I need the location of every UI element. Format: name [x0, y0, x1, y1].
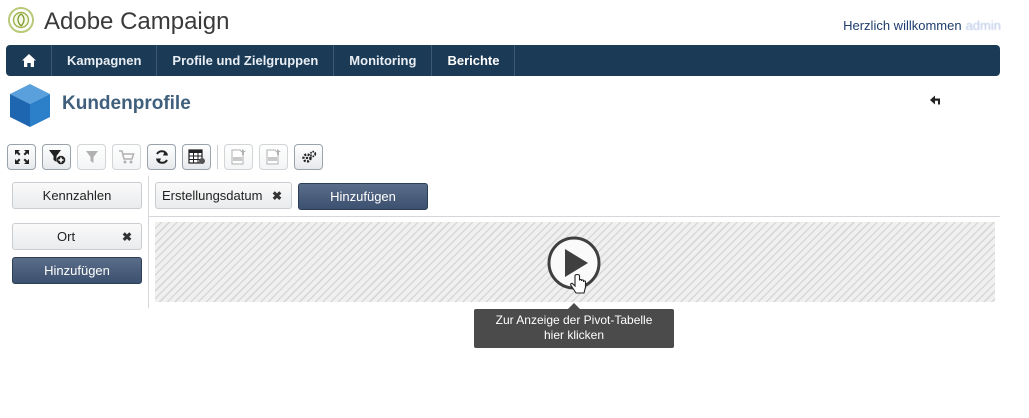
export-pdf-icon [231, 149, 246, 165]
app-header: Adobe Campaign Herzlich willkommen admin [0, 0, 1029, 44]
report-toolbar [7, 143, 329, 171]
settings-button[interactable] [294, 144, 323, 170]
table-settings-button[interactable] [182, 144, 211, 170]
filter-button[interactable] [77, 144, 106, 170]
app-title: Adobe Campaign [44, 8, 230, 35]
table-settings-icon [187, 149, 205, 164]
toolbar-separator [217, 145, 218, 169]
leaf-logo-icon [12, 11, 30, 29]
close-icon[interactable]: ✖ [122, 230, 132, 244]
row-chip-ort[interactable]: Ort ✖ [12, 223, 142, 250]
add-row-button[interactable]: Hinzufügen [12, 257, 142, 284]
export-xls-icon [266, 149, 281, 165]
measures-button-label: Kennzahlen [42, 188, 112, 203]
filter-icon [85, 151, 98, 163]
settings-icon [301, 150, 316, 163]
nav-tab-berichte[interactable]: Berichte [432, 45, 516, 76]
add-row-label: Hinzufügen [44, 263, 110, 278]
pivot-tooltip: Zur Anzeige der Pivot-Tabelle hier klick… [474, 303, 674, 348]
export-xls-button[interactable] [259, 144, 288, 170]
add-filter-icon [48, 150, 65, 165]
expand-button[interactable] [7, 144, 36, 170]
nav-tab-monitoring[interactable]: Monitoring [334, 45, 433, 76]
cart-button[interactable] [112, 144, 141, 170]
user-name-link[interactable]: admin [966, 18, 1001, 33]
welcome-message: Herzlich willkommen admin [843, 18, 1001, 33]
export-pdf-button[interactable] [224, 144, 253, 170]
column-chip-erstellungsdatum[interactable]: Erstellungsdatum ✖ [155, 182, 292, 209]
nav-tab-kampagnen[interactable]: Kampagnen [52, 45, 158, 76]
refresh-icon [155, 150, 168, 164]
back-arrow-icon[interactable] [928, 94, 944, 106]
cube-icon [10, 84, 50, 127]
close-icon[interactable]: ✖ [272, 189, 282, 203]
add-filter-button[interactable] [42, 144, 71, 170]
cart-icon [118, 150, 135, 164]
welcome-text: Herzlich willkommen [843, 18, 962, 33]
play-icon[interactable] [546, 236, 606, 300]
row-chip-label: Ort [57, 229, 76, 244]
add-column-label: Hinzufügen [330, 189, 396, 204]
measures-button[interactable]: Kennzahlen [12, 182, 142, 209]
pivot-vertical-divider [148, 176, 149, 308]
page-heading: Kundenprofile [8, 82, 1008, 128]
adobe-campaign-logo [8, 7, 34, 33]
nav-tab-profile-zielgruppen[interactable]: Profile und Zielgruppen [157, 45, 335, 76]
expand-icon [14, 150, 29, 164]
refresh-button[interactable] [147, 144, 176, 170]
add-column-button[interactable]: Hinzufügen [298, 183, 428, 210]
home-icon [21, 54, 36, 67]
nav-home-button[interactable] [6, 45, 52, 76]
column-chip-label: Erstellungsdatum [162, 188, 263, 203]
pivot-horizontal-divider [148, 216, 1000, 217]
main-navigation: Kampagnen Profile und Zielgruppen Monito… [6, 45, 1000, 76]
tooltip-line-1: Zur Anzeige der Pivot-Tabelle [495, 313, 653, 327]
page-title: Kundenprofile [62, 93, 191, 114]
tooltip-line-2: hier klicken [543, 328, 605, 342]
